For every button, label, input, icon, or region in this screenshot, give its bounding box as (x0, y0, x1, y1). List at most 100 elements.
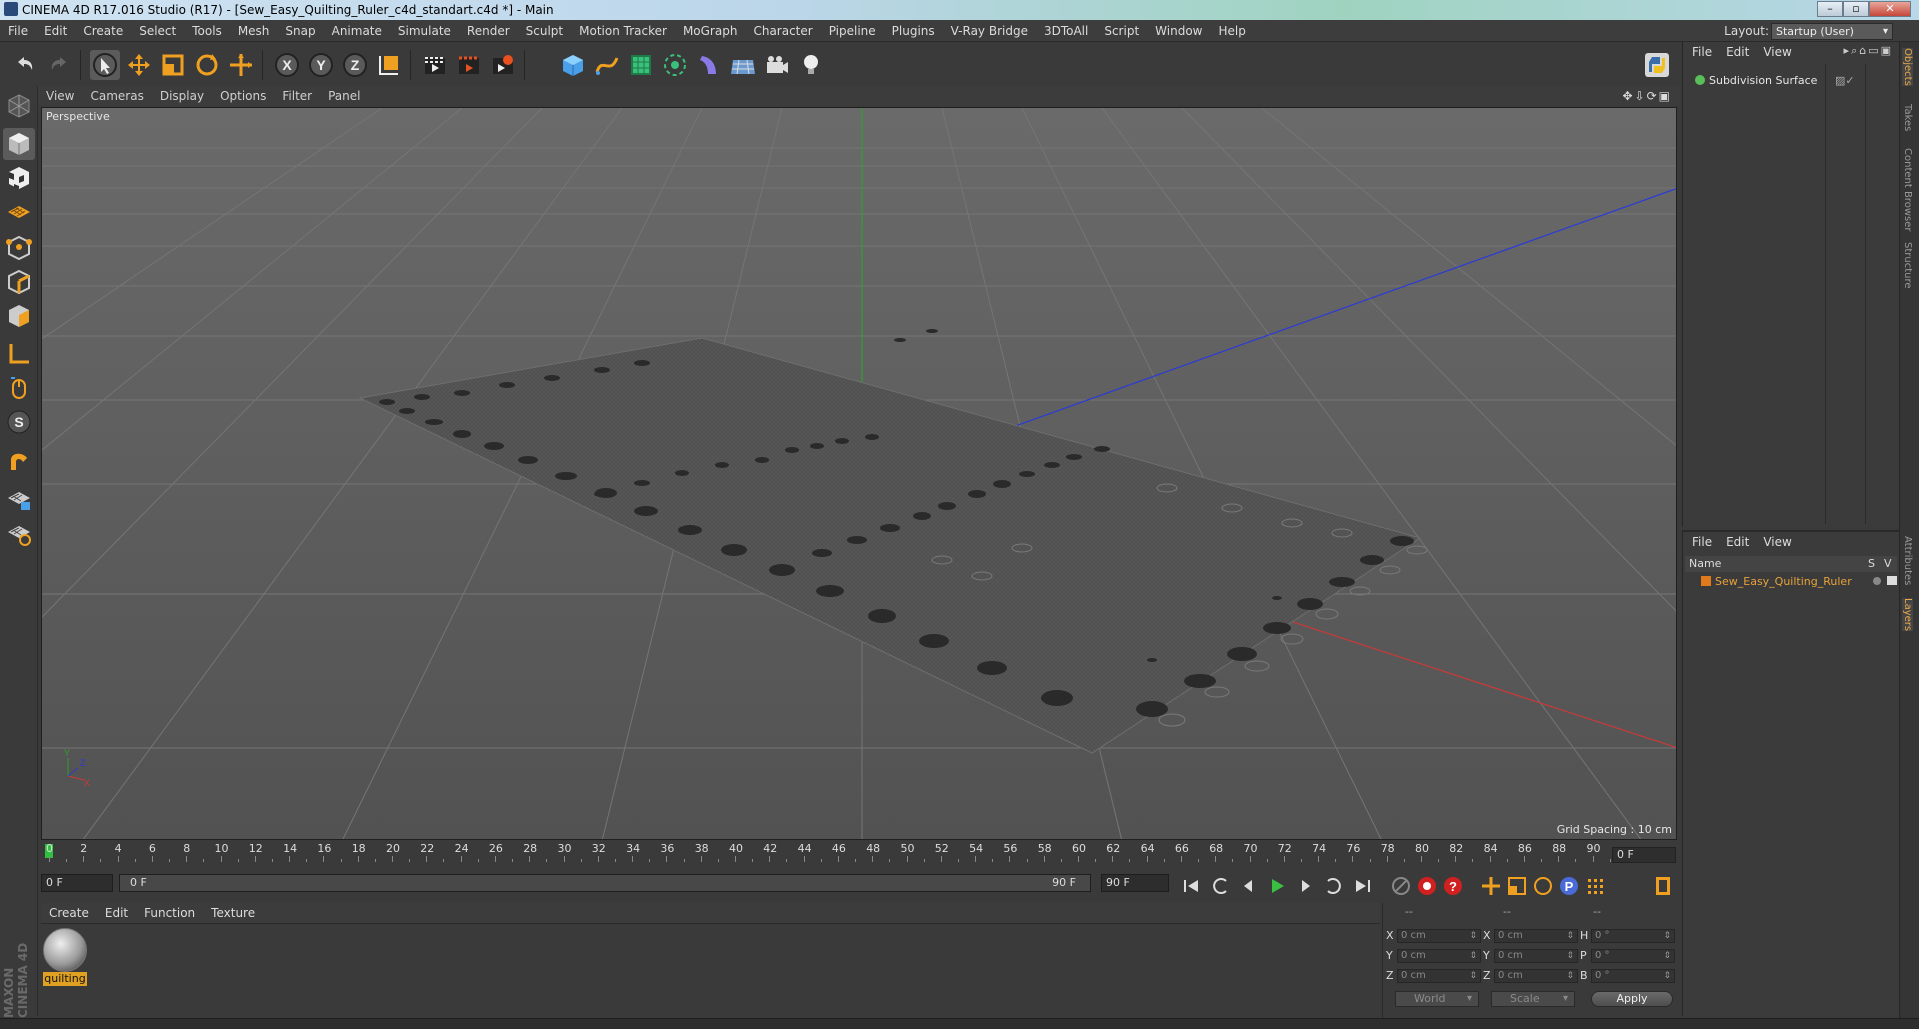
layer-menu-file[interactable]: File (1685, 532, 1719, 552)
layout-dropdown[interactable]: Startup (User) (1771, 23, 1893, 40)
workplane-snap-button[interactable] (3, 518, 35, 550)
menu-simulate[interactable]: Simulate (390, 20, 459, 42)
python-button[interactable] (1642, 50, 1672, 80)
layer-row[interactable]: Sew_Easy_Quilting_Ruler (1687, 574, 1897, 590)
max-frame-field[interactable]: 90 F (1101, 874, 1169, 892)
goto-start-button[interactable] (1179, 874, 1203, 898)
menu-vray-bridge[interactable]: V-Ray Bridge (943, 20, 1036, 42)
object-menu-file[interactable]: File (1685, 42, 1719, 62)
perspective-viewport[interactable]: Y X Z Perspective Grid Spacing : 10 cm (41, 107, 1677, 840)
key-position-button[interactable] (1479, 874, 1503, 898)
key-rotation-button[interactable] (1531, 874, 1555, 898)
tab-attributes[interactable]: Attributes (1902, 536, 1913, 585)
menu-file[interactable]: File (0, 20, 36, 42)
workplane-lock-button[interactable] (3, 484, 35, 516)
coord-value-field[interactable]: 0 ° (1591, 969, 1675, 983)
viewport-menu-display[interactable]: Display (152, 86, 212, 106)
y-axis-lock-button[interactable]: Y (306, 50, 336, 80)
tab-content-browser[interactable]: Content Browser (1902, 148, 1913, 231)
material-swatch[interactable]: quilting (41, 924, 91, 990)
layer-visibility-toggle[interactable] (1887, 576, 1897, 585)
layer-solo-toggle[interactable] (1873, 577, 1881, 585)
key-scale-button[interactable] (1505, 874, 1529, 898)
scale-button[interactable] (158, 50, 188, 80)
viewport-menu-filter[interactable]: Filter (274, 86, 320, 106)
undo-button[interactable] (10, 50, 40, 80)
key-parameter-button[interactable]: P (1557, 874, 1581, 898)
viewport-menu-panel[interactable]: Panel (320, 86, 368, 106)
menu-sculpt[interactable]: Sculpt (518, 20, 571, 42)
coordinate-transform-dropdown[interactable]: Scale (1491, 991, 1575, 1007)
material-menu-texture[interactable]: Texture (203, 903, 263, 923)
menu-character[interactable]: Character (745, 20, 820, 42)
cube-object-button[interactable] (558, 50, 588, 80)
material-menu-create[interactable]: Create (41, 903, 97, 923)
minimize-button[interactable]: – (1817, 1, 1843, 17)
axis-mode-button[interactable] (3, 338, 35, 370)
menu-script[interactable]: Script (1096, 20, 1147, 42)
timeline-end-field[interactable]: 0 F (1612, 847, 1676, 863)
tab-structure[interactable]: Structure (1902, 242, 1913, 289)
current-frame-field[interactable]: 0 F (41, 874, 113, 892)
subdivision-surface-button[interactable] (626, 50, 656, 80)
coord-value-field[interactable]: 0 cm (1494, 949, 1578, 963)
viewport-menu-view[interactable]: View (38, 86, 82, 106)
edit-render-settings-button[interactable] (488, 50, 518, 80)
menu-snap[interactable]: Snap (277, 20, 323, 42)
deformer-button[interactable] (694, 50, 724, 80)
menu-pipeline[interactable]: Pipeline (821, 20, 884, 42)
z-axis-lock-button[interactable]: Z (340, 50, 370, 80)
array-button[interactable] (660, 50, 690, 80)
menu-tools[interactable]: Tools (184, 20, 230, 42)
solo-mode-button[interactable]: S (3, 406, 35, 438)
points-mode-button[interactable] (3, 232, 35, 264)
layer-menu-edit[interactable]: Edit (1719, 532, 1756, 552)
menu-help[interactable]: Help (1210, 20, 1253, 42)
coord-value-field[interactable]: 0 cm (1494, 969, 1578, 983)
menu-plugins[interactable]: Plugins (884, 20, 943, 42)
object-row-subdivision-surface[interactable]: Subdivision Surface ▨✓ (1687, 74, 1895, 90)
render-picture-viewer-button[interactable] (454, 50, 484, 80)
recent-tool-button[interactable] (226, 50, 256, 80)
coordinate-mode-dropdown[interactable]: World (1395, 991, 1479, 1007)
menu-edit[interactable]: Edit (36, 20, 75, 42)
coordinate-system-button[interactable] (374, 50, 404, 80)
redo-button[interactable] (44, 50, 74, 80)
record-active-button[interactable] (1415, 874, 1439, 898)
previous-key-button[interactable] (1209, 874, 1233, 898)
menu-motion-tracker[interactable]: Motion Tracker (571, 20, 675, 42)
edges-mode-button[interactable] (3, 266, 35, 298)
next-key-button[interactable] (1321, 874, 1345, 898)
object-menu-edit[interactable]: Edit (1719, 42, 1756, 62)
coord-value-field[interactable]: 0 cm (1397, 949, 1481, 963)
menu-mesh[interactable]: Mesh (230, 20, 278, 42)
material-menu-function[interactable]: Function (136, 903, 203, 923)
tweak-mode-button[interactable] (3, 372, 35, 404)
light-button[interactable] (796, 50, 826, 80)
apply-button[interactable]: Apply (1591, 991, 1673, 1007)
texture-mode-button[interactable] (3, 162, 35, 194)
record-keys-button[interactable] (1389, 874, 1413, 898)
menu-render[interactable]: Render (459, 20, 518, 42)
pen-spline-button[interactable] (592, 50, 622, 80)
coord-value-field[interactable]: 0 cm (1494, 929, 1578, 943)
render-view-button[interactable] (420, 50, 450, 80)
menu-animate[interactable]: Animate (324, 20, 390, 42)
menu-mograph[interactable]: MoGraph (675, 20, 746, 42)
move-button[interactable] (124, 50, 154, 80)
live-selection-button[interactable] (90, 50, 120, 80)
play-button[interactable] (1265, 874, 1289, 898)
camera-button[interactable] (762, 50, 792, 80)
coord-value-field[interactable]: 0 ° (1591, 929, 1675, 943)
menu-3dtoall[interactable]: 3DToAll (1036, 20, 1096, 42)
coord-value-field[interactable]: 0 ° (1591, 949, 1675, 963)
key-pla-button[interactable] (1583, 874, 1607, 898)
timeline-window-button[interactable] (1651, 874, 1675, 898)
floor-button[interactable] (728, 50, 758, 80)
object-manager-tools-icons[interactable]: ▸⌕⌂▭▣ (1844, 44, 1893, 58)
polygons-mode-button[interactable] (3, 300, 35, 332)
viewport-navigation-icons[interactable]: ✥⇩⟳▣ (1622, 89, 1672, 103)
menu-create[interactable]: Create (75, 20, 131, 42)
object-menu-view[interactable]: View (1756, 42, 1798, 62)
material-menu-edit[interactable]: Edit (97, 903, 136, 923)
